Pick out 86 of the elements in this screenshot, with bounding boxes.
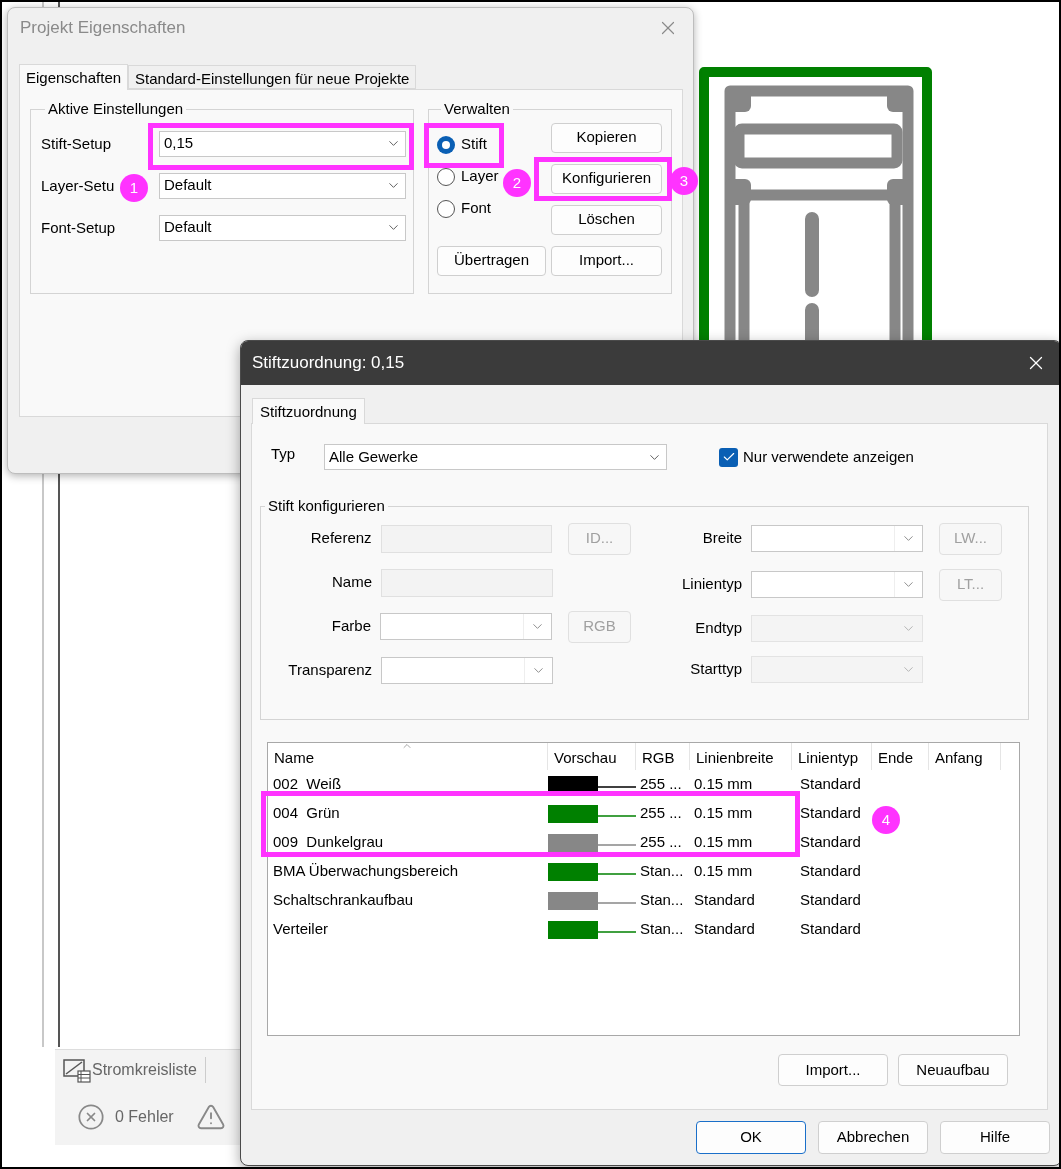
table-cell-text: 255 ...: [639, 774, 683, 795]
error-count: 0 Fehler: [115, 1107, 174, 1127]
table-cell-text: 0.15 mm: [693, 803, 754, 824]
dropdown-field[interactable]: Default: [159, 172, 406, 199]
dropdown-field[interactable]: [381, 656, 553, 684]
dropdown-field[interactable]: Alle Gewerke: [324, 444, 667, 470]
error-icon: [77, 1103, 105, 1131]
dropdown-value: Alle Gewerke: [329, 446, 419, 467]
column-header[interactable]: Linienbreite: [690, 743, 792, 770]
table-cell-text: 0.15 mm: [693, 832, 754, 853]
group-title: Aktive Einstellungen: [47, 99, 185, 119]
dialog-button[interactable]: OK: [696, 1121, 806, 1154]
dialog-button[interactable]: Neuaufbau: [898, 1054, 1008, 1086]
column-header[interactable]: Ende: [872, 743, 929, 770]
group-title: Verwalten: [443, 99, 511, 119]
table-cell-text: Standard: [693, 890, 756, 911]
dialog-button[interactable]: Konfigurieren: [551, 163, 662, 194]
dropdown-field[interactable]: Default: [159, 214, 406, 241]
dropdown-field[interactable]: 0,15: [159, 130, 406, 157]
column-header[interactable]: Linientyp: [792, 743, 872, 770]
field-label: Linientyp: [680, 574, 743, 595]
tab[interactable]: Stiftzuordnung: [252, 398, 365, 424]
dialog-button[interactable]: Import...: [778, 1054, 888, 1086]
tab[interactable]: Eigenschaften: [19, 64, 129, 90]
table-cell-text: Schaltschrankaufbau: [272, 890, 415, 911]
table-cell-text: 0.15 mm: [693, 861, 754, 882]
field-label: Typ: [270, 444, 297, 464]
table-cell-text: Standard: [693, 919, 756, 940]
window-title: Stiftzuordnung: 0,15: [252, 352, 405, 375]
radio-button[interactable]: [437, 135, 455, 154]
field-label: Farbe: [330, 616, 372, 637]
list-icon: [63, 1056, 91, 1083]
field-label: Font-Setup: [41, 218, 116, 236]
dropdown-field[interactable]: [751, 571, 923, 598]
field-label: Transparenz: [287, 659, 373, 680]
dropdown-value: 0,15: [164, 133, 194, 154]
table-cell-text: BMA Überwachungsbereich: [272, 861, 460, 882]
field-label: Breite: [701, 528, 743, 549]
dropdown-value: Default: [164, 175, 212, 196]
table-cell-text: 255 ...: [639, 803, 683, 824]
column-header[interactable]: Name: [268, 743, 548, 770]
table-cell-text: Stan...: [639, 919, 685, 940]
dialog-button[interactable]: Import...: [551, 245, 662, 276]
table-cell-text: Stan...: [639, 861, 685, 882]
table-cell-text: 009 Dunkelgrau: [272, 832, 385, 853]
table-cell-text: Standard: [799, 890, 862, 911]
checkbox[interactable]: [719, 447, 738, 467]
column-header[interactable]: Anfang: [929, 743, 1001, 770]
table-cell-text: Standard: [799, 861, 862, 882]
field-label: Name: [331, 572, 373, 593]
column-header[interactable]: Vorschau: [548, 743, 636, 770]
column-header[interactable]: RGB: [636, 743, 690, 770]
table-cell-text: Standard: [799, 803, 862, 824]
dialog-button[interactable]: Hilfe: [940, 1121, 1050, 1154]
field-label: Endtyp: [694, 617, 743, 638]
table-cell-text: Standard: [799, 919, 862, 940]
radio-option[interactable]: Font: [437, 199, 491, 218]
radio-button[interactable]: [437, 199, 455, 218]
radio-option[interactable]: Stift: [437, 135, 487, 154]
field-label: Layer-Setu: [41, 176, 115, 194]
table-cell-text: 255 ...: [639, 832, 683, 853]
field-label: Referenz: [309, 528, 373, 549]
checkbox-option[interactable]: Nur verwendete anzeigen: [719, 445, 914, 469]
table-cell-text: 002 Weiß: [272, 774, 343, 795]
table-cell-text: Verteiler: [272, 919, 330, 940]
table-cell-text: 0.15 mm: [693, 774, 754, 795]
dialog-button[interactable]: Übertragen: [437, 245, 546, 276]
field-label: Stift-Setup: [41, 134, 112, 152]
dialog-button[interactable]: Kopieren: [551, 122, 662, 153]
field-label: Starttyp: [689, 658, 743, 679]
dropdown-value: Default: [164, 217, 212, 238]
group-title: Stift konfigurieren: [267, 496, 386, 516]
tab[interactable]: Standard-Einstellungen für neue Projekte: [128, 65, 417, 89]
table-cell-text: 004 Grün: [272, 803, 341, 824]
dropdown-field[interactable]: [380, 613, 552, 640]
window-title: Projekt Eigenschaften: [20, 17, 186, 40]
radio-option[interactable]: Layer: [437, 167, 499, 186]
dialog-button[interactable]: Abbrechen: [818, 1121, 928, 1154]
table-cell-text: Standard: [799, 832, 862, 853]
table-cell-text: Stan...: [639, 890, 685, 911]
warning-icon: [195, 1102, 226, 1132]
callout-badge: 3: [670, 167, 698, 195]
dialog-button[interactable]: Löschen: [551, 204, 662, 235]
check-icon: [721, 450, 736, 464]
dropdown-field[interactable]: [751, 525, 923, 552]
table-cell-text: Standard: [799, 774, 862, 795]
